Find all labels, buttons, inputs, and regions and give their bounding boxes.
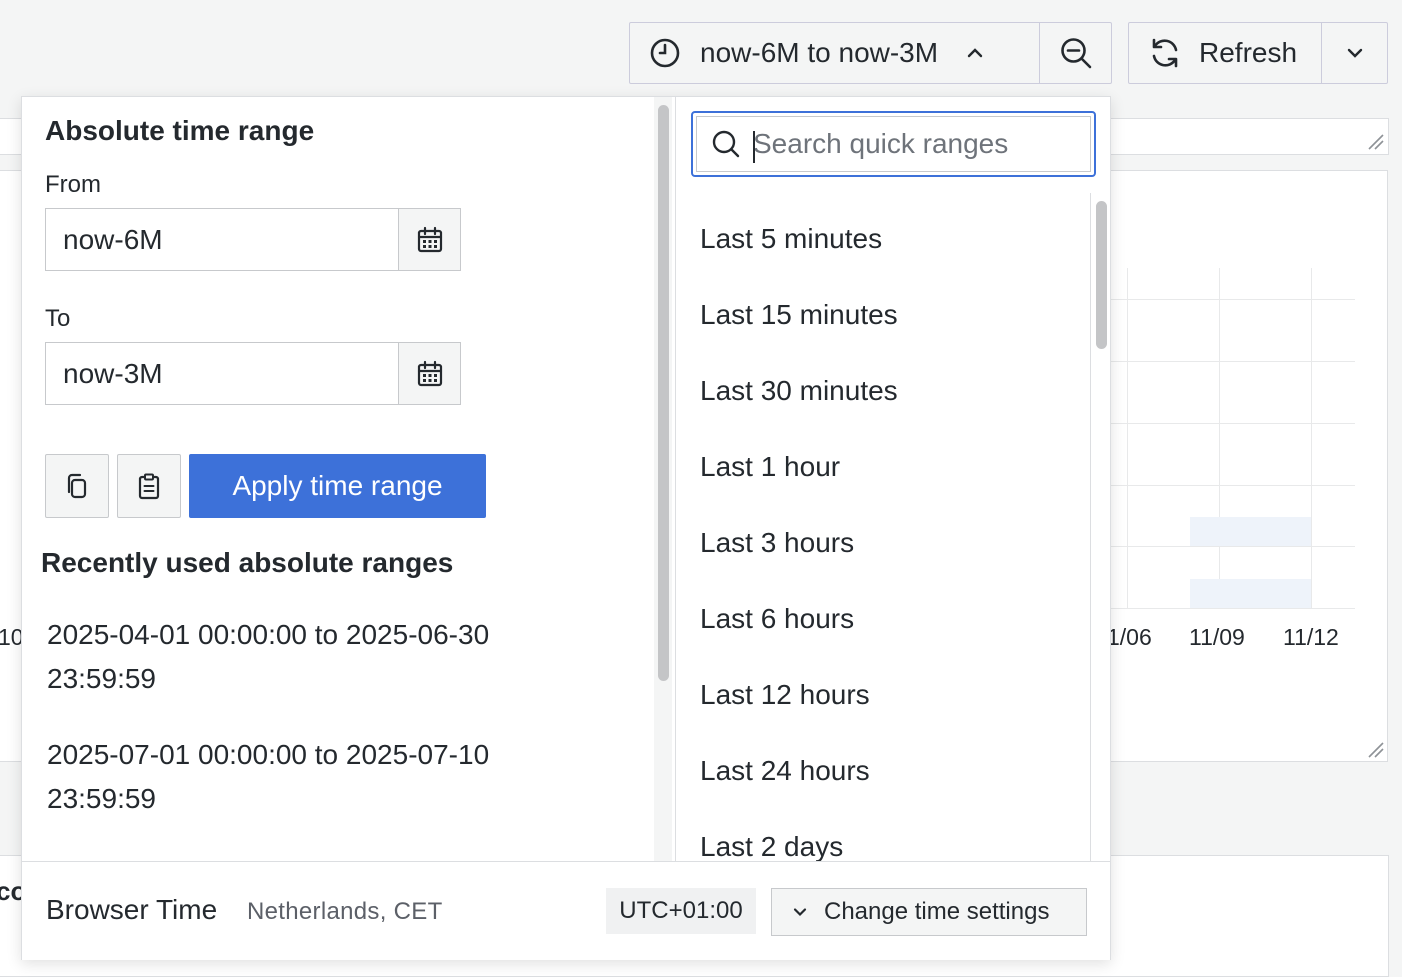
copy-range-button[interactable] [45,454,109,518]
grid-line [1110,361,1355,362]
utc-offset-badge: UTC+01:00 [606,888,756,934]
quick-range-item[interactable]: Last 24 hours [700,755,870,787]
chart-bar [1190,579,1311,608]
quick-range-search[interactable] [691,111,1096,177]
calendar-icon [417,360,442,386]
quick-range-item[interactable]: Last 6 hours [700,603,854,635]
search-input[interactable] [751,127,1075,161]
quick-range-item[interactable]: Last 3 hours [700,527,854,559]
search-icon [712,130,740,158]
to-input[interactable]: now-3M [45,342,399,405]
chevron-down-icon [793,908,807,917]
chevron-up-icon [967,48,983,58]
grid-line [1110,485,1355,486]
zoom-out-icon [1060,38,1091,69]
from-input[interactable]: now-6M [45,208,399,271]
quick-ranges-pane: Last 5 minutes Last 15 minutes Last 30 m… [675,97,1112,861]
quick-range-item[interactable]: Last 30 minutes [700,375,898,407]
timezone-name: Netherlands, CET [247,898,443,925]
x-tick-label: 11/09 [1189,624,1245,650]
change-time-settings-button[interactable]: Change time settings [771,888,1087,936]
from-calendar-button[interactable] [398,208,461,271]
calendar-icon [417,226,442,252]
chart-bar [1190,517,1311,546]
chevron-down-icon [1347,48,1362,58]
time-range-label: now-6M to now-3M [700,37,939,68]
copy-icon [67,473,87,499]
recent-range-line: 23:59:59 [47,663,156,694]
recent-range-line: 2025-07-01 00:00:00 to 2025-07-10 [47,739,490,770]
scrollbar-track[interactable] [1090,193,1091,861]
scrollbar-thumb[interactable] [658,105,669,681]
to-calendar-button[interactable] [398,342,461,405]
clipboard-icon [138,473,160,500]
refresh-interval-dropdown[interactable] [1321,22,1388,84]
scrollbar-thumb[interactable] [1096,201,1107,349]
quick-range-item[interactable]: Last 12 hours [700,679,870,711]
grid-line [1110,608,1355,609]
recent-ranges-title: Recently used absolute ranges [41,547,454,578]
time-settings-footer: Browser Time Netherlands, CET UTC+01:00 … [22,861,1110,960]
text-cursor [753,131,755,163]
recent-range-item[interactable]: 2025-07-01 00:00:00 to 2025-07-10 23:59:… [47,733,607,821]
grid-line [1110,299,1355,300]
recent-range-line: 23:59:59 [47,783,156,814]
recent-range-item[interactable]: 2025-04-01 00:00:00 to 2025-06-30 23:59:… [47,613,607,701]
change-time-settings-label: Change time settings [824,898,1050,925]
grid-line [1311,268,1312,608]
zoom-out-button[interactable] [1039,22,1112,84]
resize-handle-icon[interactable] [1366,132,1384,150]
grid-line [1219,268,1220,608]
paste-range-button[interactable] [117,454,181,518]
quick-range-item[interactable]: Last 1 hour [700,451,840,483]
browser-time-label: Browser Time [46,894,218,925]
grid-line [1110,546,1355,547]
time-picker-popover: Absolute time range From now-6M To now-3… [21,96,1111,960]
grid-line [1127,268,1128,608]
grid-line [1110,423,1355,424]
refresh-label: Refresh [1199,37,1298,68]
clock-icon [650,38,680,68]
refresh-icon [1152,38,1178,68]
refresh-button[interactable]: Refresh [1128,22,1322,84]
time-range-picker-button[interactable]: now-6M to now-3M [629,22,1040,84]
search-field[interactable] [696,116,1091,172]
absolute-range-title: Absolute time range [45,115,315,146]
absolute-range-pane: Absolute time range From now-6M To now-3… [22,97,674,861]
resize-handle-icon[interactable] [1366,740,1384,758]
x-tick-label: 11/12 [1283,624,1339,650]
from-label: From [45,171,101,198]
x-tick-label: 1/06 [1107,624,1152,650]
apply-time-range-button[interactable]: Apply time range [189,454,486,518]
to-label: To [45,305,71,332]
recent-range-line: 2025-04-01 00:00:00 to 2025-06-30 [47,619,490,650]
quick-range-item[interactable]: Last 5 minutes [700,223,882,255]
quick-range-item[interactable]: Last 15 minutes [700,299,898,331]
quick-range-item[interactable]: Last 2 days [700,831,843,861]
